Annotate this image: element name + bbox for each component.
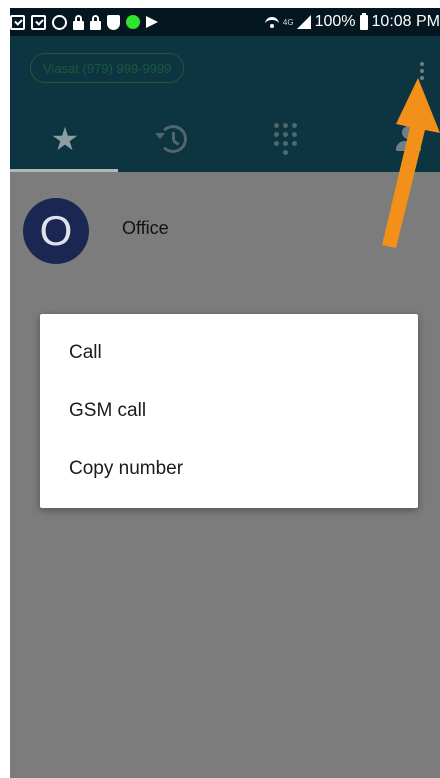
more-vert-icon [420, 62, 424, 66]
flag-icon [146, 15, 160, 29]
contact-name: Office [122, 218, 169, 238]
notification-icons [10, 13, 166, 31]
green-dot-icon [126, 15, 140, 29]
clock: 10:08 PM [371, 13, 440, 30]
dialpad-icon [273, 123, 297, 155]
lock-icon [73, 14, 84, 30]
wifi-icon [264, 15, 279, 29]
image-icon [31, 14, 46, 30]
star-icon: ★ [50, 121, 80, 157]
call-menu-item[interactable]: Call [40, 324, 418, 382]
status-right: 4G 100% 10:08 PM [264, 8, 440, 36]
check-box-icon [10, 14, 25, 30]
status-bar: 4G 100% 10:08 PM [10, 8, 440, 36]
signal-icon [296, 15, 311, 29]
tab-keypad[interactable] [230, 106, 340, 172]
history-icon [155, 125, 187, 153]
avatar: O [23, 198, 89, 264]
annotation-arrow-icon [382, 78, 440, 248]
network-type: 4G [282, 17, 294, 27]
options-dialog: Call GSM call Copy number [40, 314, 418, 508]
tab-favorites[interactable]: ★ [10, 106, 120, 172]
gsm-call-menu-item[interactable]: GSM call [40, 382, 418, 440]
battery-icon [359, 12, 368, 30]
battery-percent: 100% [314, 13, 356, 30]
shield-icon [107, 14, 120, 30]
globe-icon [52, 14, 67, 30]
sim-selector[interactable]: Viasat (979) 999-9999 [30, 53, 185, 83]
phone-screen: 4G 100% 10:08 PM Viasat (979) 999-9999 ★ [10, 8, 440, 778]
lock-warning-icon [90, 14, 101, 30]
copy-number-menu-item[interactable]: Copy number [40, 440, 418, 498]
tab-recents[interactable] [118, 106, 228, 172]
